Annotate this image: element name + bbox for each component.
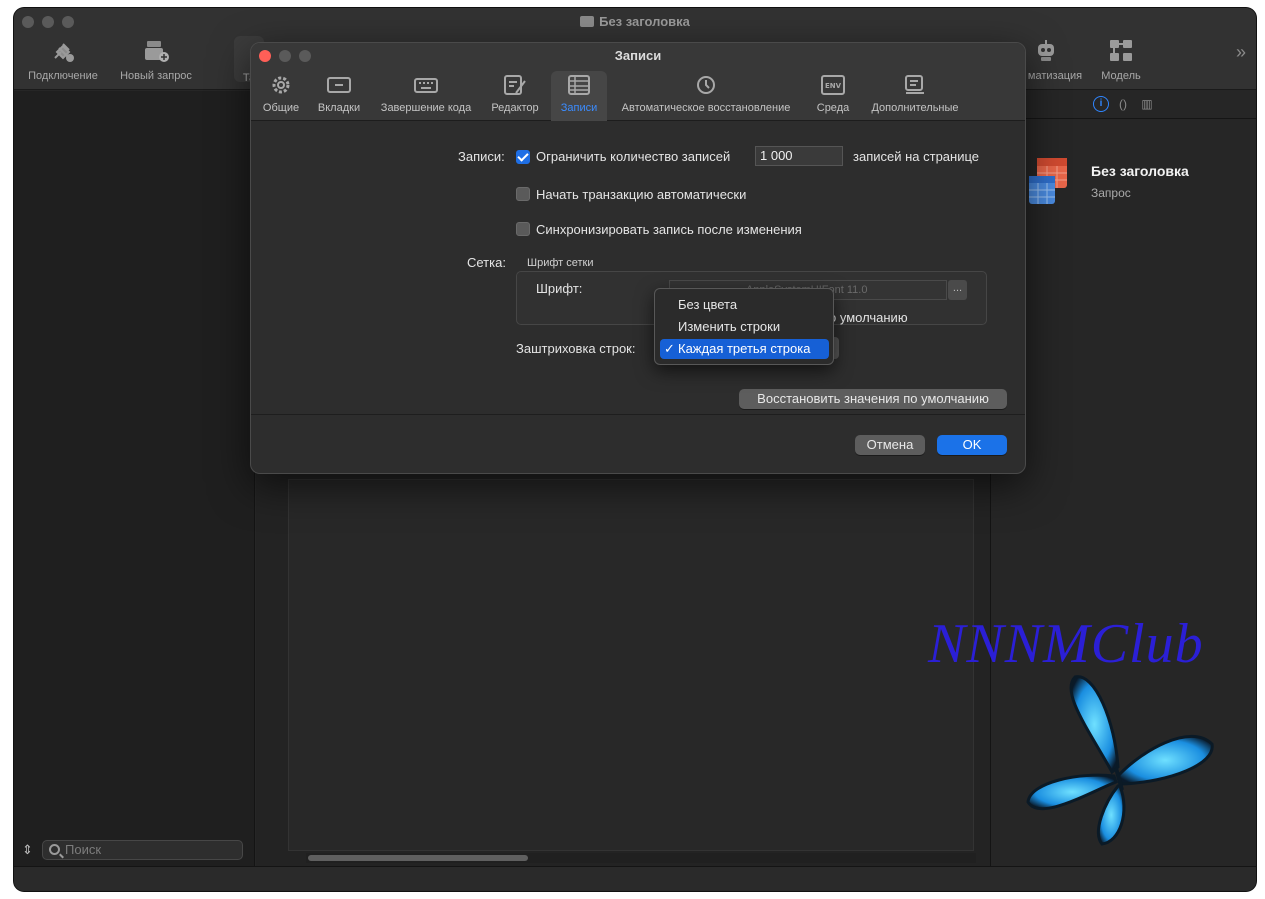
default-font-label: о умолчанию	[829, 310, 908, 325]
tab-records-label: Записи	[560, 102, 598, 114]
choose-font-button[interactable]: ...	[948, 280, 967, 300]
menu-item-no-color-label: Без цвета	[678, 297, 738, 312]
tab-general[interactable]: Общие	[259, 71, 303, 121]
toolbar-automation-label: матизация	[1027, 70, 1083, 82]
tab-editor-label: Редактор	[491, 102, 539, 114]
dialog-title: Записи	[614, 48, 662, 63]
scrollbar-thumb[interactable]	[308, 855, 528, 861]
grid-font-group-title: Шрифт сетки	[527, 257, 594, 269]
auto-transaction-label: Начать транзакцию автоматически	[536, 187, 747, 202]
tab-environment[interactable]: ENV Среда	[811, 71, 855, 121]
sidebar-search-input[interactable]: Поиск	[42, 840, 243, 860]
tab-advanced[interactable]: Дополнительные	[865, 71, 965, 121]
search-icon	[49, 844, 60, 855]
status-bar	[14, 866, 1256, 891]
env-icon: ENV	[821, 75, 845, 95]
keyboard-icon	[414, 78, 438, 93]
tab-general-label: Общие	[262, 102, 300, 114]
records-limit-field[interactable]: 1 000	[755, 146, 843, 166]
toolbar-new-query-label: Новый запрос	[120, 70, 192, 82]
sidebar	[14, 91, 255, 866]
editor-content[interactable]	[288, 479, 974, 851]
grid-section-label: Сетка:	[467, 255, 506, 270]
records-section-label: Записи:	[458, 149, 505, 164]
tab-auto-recovery[interactable]: Автоматическое восстановление	[613, 71, 799, 121]
tab-auto-recovery-label: Автоматическое восстановление	[621, 102, 791, 114]
search-placeholder: Поиск	[65, 842, 102, 857]
tab-icon	[327, 77, 351, 93]
limit-records-checkbox[interactable]	[516, 150, 530, 164]
toolbar-connection-label: Подключение	[28, 70, 98, 82]
tab-records[interactable]: Записи	[551, 71, 607, 121]
ddl-tab-icon[interactable]: ()	[1115, 96, 1131, 112]
row-shading-label: Заштриховка строк:	[516, 341, 636, 356]
sort-icon[interactable]: ⇕	[22, 842, 33, 858]
menu-item-no-color[interactable]: Без цвета	[660, 295, 829, 315]
restore-defaults-button[interactable]: Восстановить значения по умолчанию	[739, 389, 1007, 409]
robot-icon	[1038, 40, 1054, 61]
query-object-icon	[1029, 158, 1067, 204]
table-icon	[568, 75, 590, 95]
sync-record-label: Синхронизировать запись после изменения	[536, 222, 802, 237]
per-page-label: записей на странице	[853, 149, 980, 164]
menu-item-every-third-row-label: Каждая третья строка	[678, 341, 811, 356]
tab-editor[interactable]: Редактор	[487, 71, 543, 121]
row-shading-menu: Без цвета Изменить строки ✓ Каждая третья…	[654, 288, 834, 365]
plug-icon	[54, 43, 74, 62]
inspector-tabs: i () ▥	[991, 91, 1256, 119]
font-label: Шрифт:	[536, 281, 583, 296]
layout-tab-icon[interactable]: ▥	[1139, 96, 1155, 112]
toolbar-model-label: Модель	[1101, 70, 1141, 82]
butterfly-watermark-icon	[1026, 675, 1214, 846]
limit-records-label: Ограничить количество записей	[536, 149, 731, 164]
document-icon	[580, 16, 595, 27]
svg-text:ENV: ENV	[825, 82, 842, 90]
toolbar-overflow-icon[interactable]: »	[1236, 42, 1246, 63]
menu-item-every-third-row[interactable]: ✓ Каждая третья строка	[660, 339, 829, 359]
checkmark-icon: ✓	[664, 341, 675, 356]
toolbar-connection[interactable]: Подключение	[24, 38, 102, 82]
gear-icon	[272, 76, 290, 94]
toolbar-automation[interactable]: матизация	[1024, 38, 1086, 82]
history-icon	[697, 76, 715, 94]
model-icon	[1110, 40, 1132, 61]
inspector-subtitle: Запрос	[1091, 186, 1131, 200]
advanced-icon	[905, 75, 924, 94]
new-query-icon	[145, 41, 169, 62]
tab-code-completion[interactable]: Завершение кода	[375, 71, 477, 121]
tab-environment-label: Среда	[816, 102, 850, 114]
tab-tabs-label: Вкладки	[317, 102, 361, 114]
auto-transaction-checkbox[interactable]	[516, 187, 530, 201]
inspector-title: Без заголовка	[1091, 163, 1189, 179]
menu-item-alternate-rows-label: Изменить строки	[678, 319, 781, 334]
preferences-toolbar: Записи Общие Вкладки Завершение кода Ред…	[251, 43, 1025, 121]
sync-record-checkbox[interactable]	[516, 222, 530, 236]
ok-button[interactable]: OK	[937, 435, 1007, 455]
toolbar-model[interactable]: Модель	[1096, 38, 1146, 82]
tab-advanced-label: Дополнительные	[871, 102, 959, 114]
dialog-separator	[251, 414, 1025, 415]
preferences-dialog: Записи Общие Вкладки Завершение кода Ред…	[250, 42, 1026, 474]
tab-tabs[interactable]: Вкладки	[313, 71, 365, 121]
toolbar-new-query[interactable]: Новый запрос	[114, 38, 198, 82]
cancel-button[interactable]: Отмена	[855, 435, 925, 455]
horizontal-scrollbar[interactable]	[306, 853, 976, 863]
window-title: Без заголовка	[14, 14, 1256, 29]
edit-icon	[504, 75, 526, 95]
menu-item-alternate-rows[interactable]: Изменить строки	[660, 317, 829, 337]
watermark-text: NNNMClub	[928, 613, 1204, 675]
info-tab-icon[interactable]: i	[1093, 96, 1109, 112]
tab-code-completion-label: Завершение кода	[380, 102, 472, 114]
